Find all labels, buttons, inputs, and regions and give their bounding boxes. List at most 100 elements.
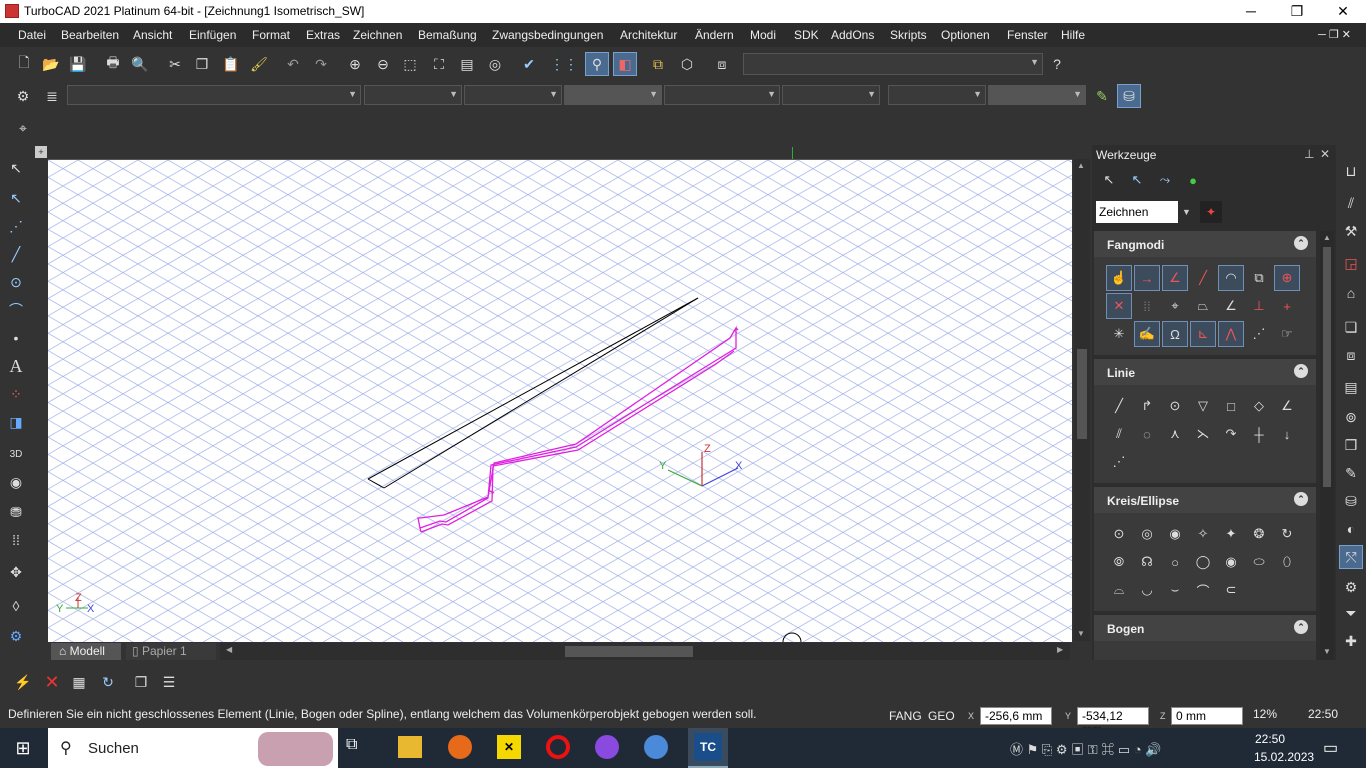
cloud-app-icon[interactable]	[644, 735, 668, 759]
ellipse-large-icon[interactable]: ◯	[1190, 549, 1216, 575]
menu-bemassung[interactable]: Bemaßung	[418, 28, 477, 42]
maximize-button[interactable]: ❐	[1274, 0, 1320, 23]
drawing-area[interactable]: Y X Z Y Z X	[48, 160, 1072, 642]
camera-icon[interactable]: ⌖	[11, 116, 35, 140]
grid-icon[interactable]: ⋮⋮	[550, 52, 578, 76]
opera-icon[interactable]	[546, 735, 570, 759]
cancel-icon[interactable]: ✕	[40, 670, 64, 694]
snap-pen-icon[interactable]: ✍	[1134, 321, 1160, 347]
undo-icon[interactable]: ↶	[281, 52, 305, 76]
rotated-rect-icon[interactable]: ◇	[1246, 393, 1272, 419]
redo-icon[interactable]: ↷	[309, 52, 333, 76]
select-arrow-icon[interactable]: ↖	[4, 156, 28, 180]
palette-dropdown-icon[interactable]: ▼	[1182, 207, 1191, 217]
menu-aendern[interactable]: Ändern	[695, 28, 734, 42]
z-coordinate-field[interactable]: 0 mm	[1171, 707, 1243, 725]
circle-2pt-icon[interactable]: ◎	[1134, 521, 1160, 547]
circle-rotate-icon[interactable]: ↻	[1274, 521, 1300, 547]
loop-icon[interactable]: ↻	[96, 670, 120, 694]
menu-modi[interactable]: Modi	[750, 28, 776, 42]
snap-center-icon[interactable]: ⊕	[1274, 265, 1300, 291]
minimize-button[interactable]: ─	[1228, 0, 1274, 23]
ruler-icon[interactable]: ⫽	[1339, 191, 1363, 215]
snap-perpendicular-icon[interactable]: ⊥	[1246, 293, 1272, 319]
zoom-window-icon[interactable]: ⬚	[398, 52, 422, 76]
copy-icon[interactable]: ❐	[190, 52, 214, 76]
circle-center-icon[interactable]: ⊙	[1106, 521, 1132, 547]
palette-select[interactable]: Zeichnen	[1096, 201, 1178, 223]
notification-icon[interactable]: ▭	[1323, 738, 1338, 758]
down-arrow-line-icon[interactable]: ↓	[1274, 421, 1300, 447]
new-file-icon[interactable]: 🗋	[12, 52, 36, 76]
kreis-header[interactable]: Kreis/Ellipse ⌃	[1094, 487, 1316, 513]
scroll-up-icon[interactable]: ▲	[1077, 161, 1085, 170]
ellipse-small-icon[interactable]: ⌓	[1106, 577, 1132, 603]
edit-icon[interactable]: ↖	[1124, 167, 1150, 193]
vertical-scroll-thumb[interactable]	[1077, 349, 1087, 439]
rotate-icon[interactable]: ◐	[1339, 517, 1363, 541]
format-painter-icon[interactable]: 🖌	[247, 52, 271, 76]
drawing-svg[interactable]: Y X Z Y Z X	[48, 160, 1072, 642]
linewidth-combo[interactable]: ▼	[564, 85, 662, 105]
modify-tool-icon[interactable]: ◊	[4, 594, 28, 618]
close-button[interactable]: ✕	[1320, 0, 1366, 23]
circle-line-icon[interactable]: ⊙	[1162, 393, 1188, 419]
fang-indicator[interactable]: FANG	[889, 709, 922, 723]
cube-icon[interactable]: ❒	[1339, 433, 1363, 457]
circle-tangent-icon[interactable]: ✧	[1190, 521, 1216, 547]
magnet-icon[interactable]: ◧	[613, 52, 637, 76]
cylinder-icon[interactable]: ⛁	[1339, 489, 1363, 513]
open-folder-icon[interactable]: 📂	[39, 52, 63, 76]
collapse-icon[interactable]: ⌃	[1294, 236, 1308, 250]
polyline-icon[interactable]: ↱	[1134, 393, 1160, 419]
panel-close-icon[interactable]: ✕	[1320, 147, 1330, 161]
workplane-icon[interactable]: ⧈	[710, 52, 734, 76]
snap-cube-icon[interactable]: ⧉	[1246, 265, 1272, 291]
snap-line-icon[interactable]: ⋰	[1246, 321, 1272, 347]
ellipse-fixed-icon[interactable]: ○	[1162, 549, 1188, 575]
panel-scroll-down-icon[interactable]: ▼	[1323, 647, 1331, 656]
cut-icon[interactable]: ✂	[163, 52, 187, 76]
panel-scrollbar[interactable]: ▲ ▼	[1320, 231, 1334, 660]
snap-grid-icon[interactable]: ⁞⁞	[1134, 293, 1160, 319]
table-icon[interactable]: ▦	[67, 670, 91, 694]
vertical-scrollbar[interactable]: ▲ ▼	[1074, 159, 1090, 641]
snap-angle-icon[interactable]: ∠	[1218, 293, 1244, 319]
settings-tool-icon[interactable]: ⚙	[4, 624, 28, 648]
help-pointer-icon[interactable]: ?	[1045, 52, 1069, 76]
zoom-extents-icon[interactable]: ⛶	[427, 52, 451, 76]
scroll-left-icon[interactable]: ◀	[226, 645, 232, 654]
doc-window-controls[interactable]: ─ ❐ ✕	[1318, 28, 1351, 41]
material-icon[interactable]: ⛁	[1117, 84, 1141, 108]
hatch-tool-icon[interactable]: ◨	[4, 410, 28, 434]
geo-indicator[interactable]: GEO	[928, 709, 955, 723]
snap-arc-icon[interactable]: ◠	[1218, 265, 1244, 291]
menu-zwangsbedingungen[interactable]: Zwangsbedingungen	[492, 28, 603, 42]
collapse-icon[interactable]: ⌃	[1294, 492, 1308, 506]
layer-stack-icon[interactable]: ≣	[40, 84, 64, 108]
eyedropper-icon[interactable]: ✎	[1090, 84, 1114, 108]
xodo-icon[interactable]: ✕	[497, 735, 521, 759]
select-icon[interactable]: ↖	[1096, 167, 1122, 193]
angle-line-icon[interactable]: ∠	[1274, 393, 1300, 419]
layers-icon[interactable]: ⧉	[646, 52, 670, 76]
3d-tool-icon[interactable]: 3D	[4, 442, 28, 466]
single-line-icon[interactable]: ╱	[1106, 393, 1132, 419]
menu-fenster[interactable]: Fenster	[1007, 28, 1048, 42]
ruler-origin-icon[interactable]: +	[35, 146, 47, 158]
point-tool-icon[interactable]: •	[4, 326, 28, 350]
pattern-combo[interactable]: ▼	[888, 85, 986, 105]
line-tool-icon[interactable]: ╱	[4, 242, 28, 266]
gear-group-icon[interactable]: ⚙	[1339, 575, 1363, 599]
stack-icon[interactable]: ❏	[1339, 315, 1363, 339]
panel-scroll-up-icon[interactable]: ▲	[1323, 233, 1331, 242]
collapse-icon[interactable]: ⌃	[1294, 364, 1308, 378]
file-explorer-icon[interactable]	[398, 736, 422, 758]
rectangle-icon[interactable]: □	[1218, 393, 1244, 419]
menu-optionen[interactable]: Optionen	[941, 28, 990, 42]
zoom-previous-icon[interactable]: ◎	[483, 52, 507, 76]
dashed-line-icon[interactable]: ⋰	[1106, 449, 1132, 475]
print-icon[interactable]: 🖶	[101, 52, 125, 76]
dimension-tool-icon[interactable]: ⁘	[4, 382, 28, 406]
solid-tool-icon[interactable]: ⛃	[4, 500, 28, 524]
